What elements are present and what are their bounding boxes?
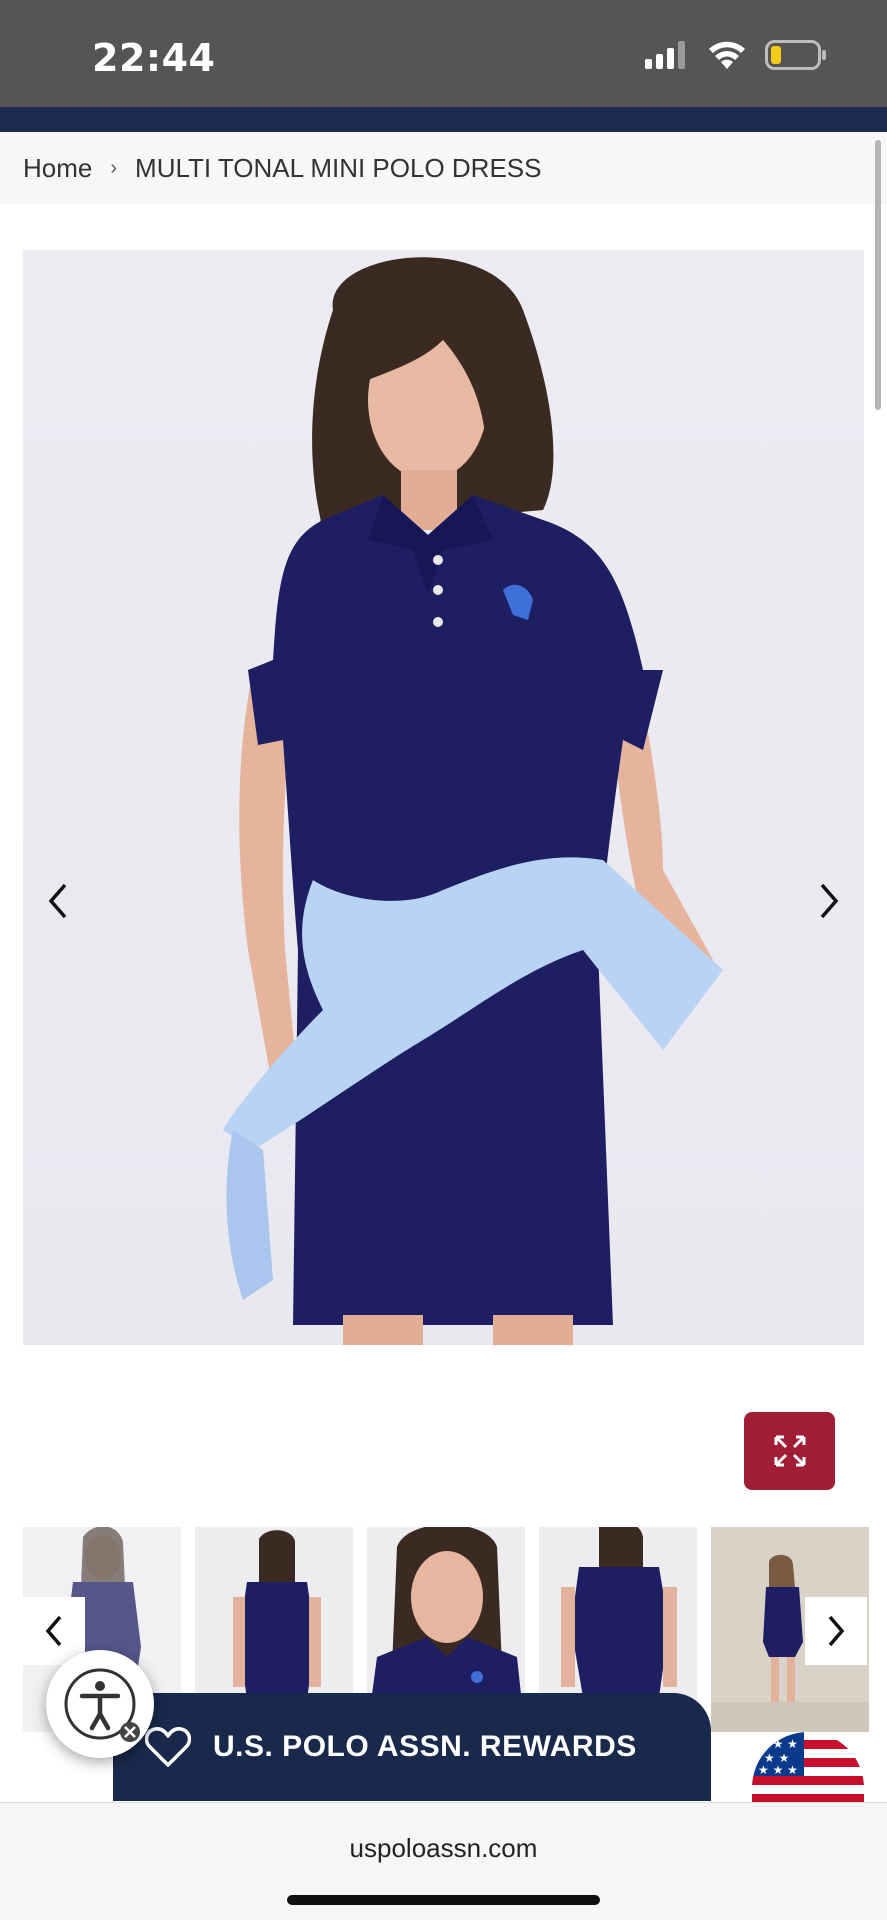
svg-text:★ ★ ★: ★ ★ ★ bbox=[758, 1737, 798, 1751]
scrollbar[interactable] bbox=[875, 140, 881, 410]
accessibility-button[interactable] bbox=[46, 1650, 154, 1758]
accessibility-icon bbox=[64, 1668, 140, 1742]
thumbnails-next-button[interactable] bbox=[805, 1597, 867, 1665]
heart-icon bbox=[145, 1727, 191, 1767]
breadcrumb-separator: › bbox=[110, 156, 118, 179]
product-main-image[interactable] bbox=[23, 250, 864, 1345]
rewards-label: U.S. POLO ASSN. REWARDS bbox=[213, 1730, 637, 1763]
rewards-banner[interactable]: U.S. POLO ASSN. REWARDS bbox=[113, 1693, 711, 1801]
wifi-icon bbox=[709, 41, 745, 69]
gallery-next-button[interactable] bbox=[804, 876, 854, 926]
chevron-right-icon bbox=[820, 883, 839, 919]
expand-image-button[interactable] bbox=[744, 1412, 835, 1490]
status-time: 22:44 bbox=[92, 36, 216, 80]
breadcrumb: Home › MULTI TONAL MINI POLO DRESS bbox=[0, 132, 887, 204]
expand-icon bbox=[774, 1435, 805, 1467]
svg-text:★ ★ ★: ★ ★ ★ bbox=[758, 1763, 798, 1777]
cellular-signal-icon bbox=[645, 41, 685, 69]
breadcrumb-current: MULTI TONAL MINI POLO DRESS bbox=[135, 152, 542, 183]
breadcrumb-home-link[interactable]: Home bbox=[23, 153, 92, 184]
battery-icon bbox=[765, 40, 826, 70]
url-display[interactable]: uspoloassn.com bbox=[0, 1833, 887, 1864]
gallery-prev-button[interactable] bbox=[33, 876, 83, 926]
status-bar: 22:44 bbox=[0, 0, 887, 107]
us-flag-icon[interactable]: ★ ★ ★ ★ ★ ★ ★ ★ bbox=[752, 1732, 864, 1802]
site-header-band bbox=[0, 107, 887, 132]
browser-address-bar: uspoloassn.com bbox=[0, 1802, 887, 1920]
model-photo bbox=[223, 257, 723, 1345]
chevron-left-icon bbox=[48, 883, 67, 919]
chevron-left-icon bbox=[45, 1615, 62, 1647]
chevron-right-icon bbox=[828, 1615, 845, 1647]
home-indicator[interactable] bbox=[287, 1895, 600, 1905]
